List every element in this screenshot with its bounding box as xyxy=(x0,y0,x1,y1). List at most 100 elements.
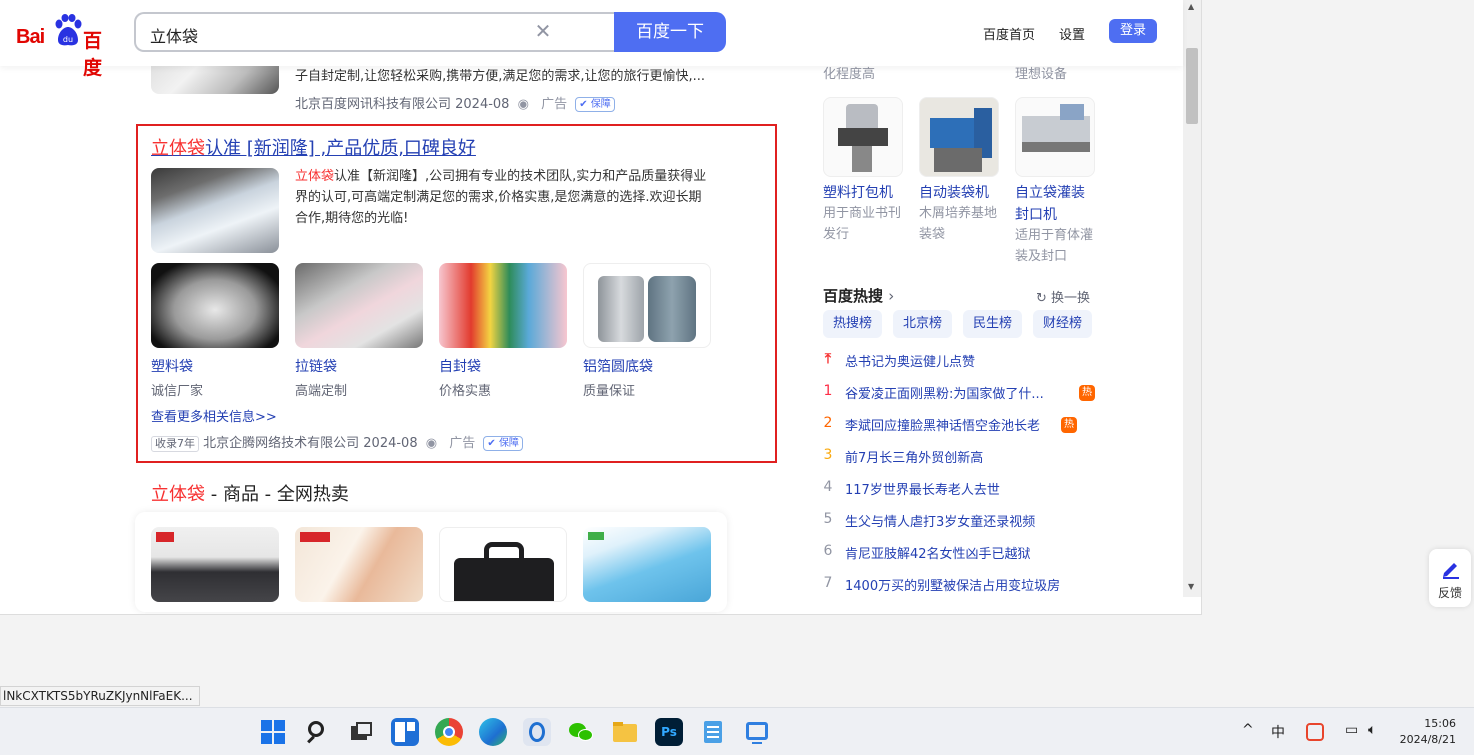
ad-snippet: 立体袋认准【新润隆】,公司拥有专业的技术团队,实力和产品质量获得业 界的认可,可… xyxy=(295,166,715,229)
status-url: lNkCXTKTS5bYRuZKJynNlFaEK... xyxy=(0,686,200,706)
clock[interactable]: 15:06 2024/8/21 xyxy=(1396,716,1456,748)
title-rest: 认准 [新润隆] ,产品优质,口碑良好 xyxy=(205,138,476,159)
remote-app-icon[interactable] xyxy=(743,718,771,746)
monitor-icon[interactable]: ▭ xyxy=(1345,722,1358,738)
info-icon[interactable]: ◉ xyxy=(518,97,529,112)
search-icon[interactable] xyxy=(303,718,331,746)
hot-item[interactable]: 1 谷爱凌正面刚黑粉:为国家做了什... 热 xyxy=(821,383,1101,405)
tab-finance[interactable]: 财经榜 xyxy=(1033,310,1093,338)
feedback-button[interactable]: 反馈 xyxy=(1429,549,1471,607)
settings-link[interactable]: 设置 xyxy=(1059,24,1085,43)
sogou-browser-icon[interactable] xyxy=(523,718,551,746)
shop-item-image-1[interactable] xyxy=(151,527,279,602)
chrome-icon[interactable] xyxy=(435,718,463,746)
notepad-icon[interactable] xyxy=(699,718,727,746)
product-link-1[interactable]: 塑料袋 xyxy=(151,356,193,376)
machine-title-3b[interactable]: 封口机 xyxy=(1015,204,1057,226)
info-icon[interactable]: ◉ xyxy=(426,436,437,451)
ad-label: 广告 xyxy=(541,97,568,112)
pin-top-icon: ⤒ xyxy=(824,351,832,367)
see-more-link[interactable]: 查看更多相关信息>> xyxy=(151,406,277,425)
machine-title-3[interactable]: 自立袋灌装 xyxy=(1015,182,1085,204)
browser-viewport: 子自封定制,让您轻松采购,携带方便,满足您的需求,让您的旅行更愉快,... 北京… xyxy=(0,0,1202,615)
product-image-ziplock-bag[interactable] xyxy=(439,263,567,348)
hot-item-pinned[interactable]: ⤒ 总书记为奥运健儿点赞 xyxy=(821,351,1101,373)
product-link-2[interactable]: 拉链袋 xyxy=(295,356,337,376)
machine-image-3[interactable] xyxy=(1015,97,1095,177)
hot-search-heading[interactable]: 百度热搜 › xyxy=(823,285,894,306)
search-box[interactable]: 立体袋 ✕ xyxy=(134,12,616,52)
clock-time: 15:06 xyxy=(1424,717,1456,730)
ad-result-title[interactable]: 立体袋认准 [新润隆] ,产品优质,口碑良好 xyxy=(151,134,476,160)
windows-start-icon[interactable] xyxy=(259,718,287,746)
shop-item-image-4[interactable] xyxy=(583,527,711,602)
machine-desc-3a: 适用于育体灌 xyxy=(1015,228,1094,243)
hot-item[interactable]: 5 生父与情人虐打3岁女童还录视频 xyxy=(821,511,1101,533)
shopping-section-title[interactable]: 立体袋 - 商品 - 全网热卖 xyxy=(151,480,349,506)
hot-item-text: 生父与情人虐打3岁女童还录视频 xyxy=(845,515,1036,530)
machine-title-2[interactable]: 自动装袋机 xyxy=(919,182,989,204)
search-button[interactable]: 百度一下 xyxy=(614,12,726,52)
close-icon[interactable]: ✕ xyxy=(532,20,554,42)
task-view-icon[interactable] xyxy=(347,718,375,746)
hot-item[interactable]: 2 李斌回应撞脸黑神话悟空金池长老 热 xyxy=(821,415,1101,437)
refresh-button[interactable]: ↻ 换一换 xyxy=(1036,287,1090,306)
scrollbar-thumb[interactable] xyxy=(1186,48,1198,124)
chevron-up-icon[interactable]: ^ xyxy=(1242,722,1254,738)
product-link-4[interactable]: 铝箔圆底袋 xyxy=(583,356,653,376)
widgets-icon[interactable] xyxy=(391,718,419,746)
product-image-zipper-bag[interactable] xyxy=(295,263,423,348)
search-input[interactable]: 立体袋 xyxy=(150,23,198,47)
product-image-plastic-bag[interactable] xyxy=(151,263,279,348)
machine-title-1[interactable]: 塑料打包机 xyxy=(823,182,893,204)
hot-item-text: 前7月长三角外贸创新高 xyxy=(845,451,984,466)
baidu-logo[interactable]: Bai du 百度 xyxy=(14,14,120,79)
machine-desc-1b: 发行 xyxy=(823,227,850,242)
guarantee-badge[interactable]: ✔ 保障 xyxy=(575,97,615,112)
tab-hot-search[interactable]: 热搜榜 xyxy=(823,310,883,338)
hot-item-text: 1400万买的别墅被保洁占用变垃圾房 xyxy=(845,579,1061,594)
machine-desc-1a: 用于商业书刊 xyxy=(823,206,902,221)
wps-icon[interactable] xyxy=(1306,723,1324,741)
shop-item-image-3[interactable] xyxy=(439,527,567,602)
shopping-title-rest: - 商品 - 全网热卖 xyxy=(205,484,349,505)
logo-cn: 百度 xyxy=(83,30,103,79)
guarantee-badge[interactable]: ✔ 保障 xyxy=(483,436,523,451)
login-button[interactable]: 登录 xyxy=(1109,19,1157,43)
prev-result-source: 北京百度网讯科技有限公司 2024-08 xyxy=(295,97,510,112)
clock-date: 2024/8/21 xyxy=(1399,733,1456,746)
hot-item[interactable]: 6 肯尼亚肢解42名女性凶手已越狱 xyxy=(821,543,1101,565)
scroll-down-icon[interactable]: ▼ xyxy=(1188,582,1194,591)
baidu-home-link[interactable]: 百度首页 xyxy=(983,24,1035,43)
product-image-foil-bag[interactable] xyxy=(583,263,711,348)
ad-source: 北京企腾网络技术有限公司 2024-08 xyxy=(203,436,418,451)
speaker-mute-icon[interactable]: 🔈︎ xyxy=(1368,722,1376,738)
file-explorer-icon[interactable] xyxy=(611,718,639,746)
tab-beijing[interactable]: 北京榜 xyxy=(893,310,953,338)
hot-item[interactable]: 4 117岁世界最长寿老人去世 xyxy=(821,479,1101,501)
product-link-3[interactable]: 自封袋 xyxy=(439,356,481,376)
hot-rank: 2 xyxy=(823,415,833,431)
photoshop-icon[interactable]: Ps xyxy=(655,718,683,746)
feedback-label: 反馈 xyxy=(1438,586,1463,600)
prev-result-meta: 北京百度网讯科技有限公司 2024-08 ◉ 广告 ✔ 保障 xyxy=(295,93,615,112)
machine-desc-2a: 木屑培养基地 xyxy=(919,206,998,221)
ad-main-image[interactable] xyxy=(151,168,279,253)
shop-item-image-2[interactable] xyxy=(295,527,423,602)
hot-item-text: 总书记为奥运健儿点赞 xyxy=(845,355,976,370)
machine-image-1[interactable] xyxy=(823,97,903,177)
ime-indicator[interactable]: 中 xyxy=(1271,722,1285,742)
hot-item[interactable]: 7 1400万买的别墅被保洁占用变垃圾房 xyxy=(821,575,1101,597)
machine-image-2[interactable] xyxy=(919,97,999,177)
snippet-line1: 认准【新润隆】,公司拥有专业的技术团队,实力和产品质量获得业 xyxy=(334,169,707,184)
edge-icon[interactable] xyxy=(479,718,507,746)
svg-text:du: du xyxy=(63,35,73,44)
hot-rank: 4 xyxy=(823,479,833,495)
tab-livelihood[interactable]: 民生榜 xyxy=(963,310,1023,338)
hot-item[interactable]: 3 前7月长三角外贸创新高 xyxy=(821,447,1101,469)
scrollbar[interactable]: ▲ ▼ xyxy=(1183,0,1201,597)
hot-item-text: 117岁世界最长寿老人去世 xyxy=(845,483,1000,498)
wechat-icon[interactable] xyxy=(567,718,595,746)
chevron-right-icon: › xyxy=(888,287,895,305)
scroll-up-icon[interactable]: ▲ xyxy=(1188,2,1194,11)
